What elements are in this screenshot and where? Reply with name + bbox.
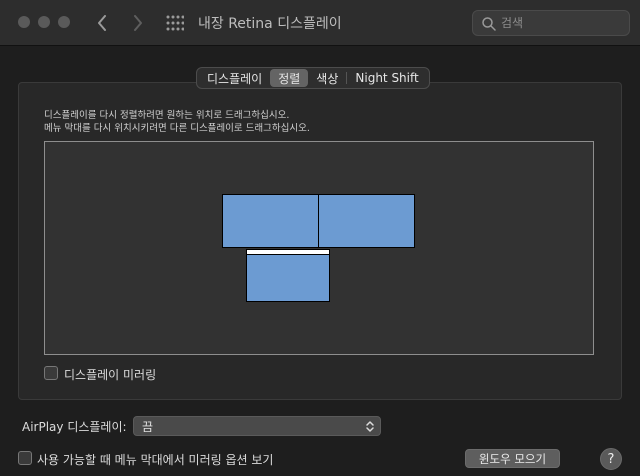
tab-display[interactable]: 디스플레이 [199, 69, 270, 87]
display-arrangement-area [44, 141, 594, 355]
display-thumbnail-right[interactable] [318, 194, 415, 248]
chevron-right-icon [134, 15, 142, 31]
instruction-line-2: 메뉴 막대를 다시 위치시키려면 다른 디스플레이로 드래그하십시오. [44, 123, 310, 134]
close-window-button[interactable] [18, 16, 30, 28]
airplay-select-value: 끔 [142, 419, 154, 434]
tab-arrangement[interactable]: 정렬 [270, 69, 309, 87]
arrangement-instructions: 디스플레이를 다시 정렬하려면 원하는 위치로 드래그하십시오. 메뉴 막대를 … [44, 109, 310, 135]
gather-windows-button[interactable]: 윈도우 모으기 [465, 449, 560, 468]
search-field[interactable] [472, 10, 630, 36]
tab-bar: 디스플레이 정렬 색상 Night Shift [196, 67, 430, 89]
airplay-label: AirPlay 디스플레이: [22, 420, 127, 434]
tab-color[interactable]: 색상 [308, 69, 346, 87]
grid-icon [166, 15, 185, 31]
display-thumbnail-main[interactable] [246, 254, 330, 302]
back-button[interactable] [92, 12, 112, 34]
display-thumbnail-left[interactable] [222, 194, 319, 248]
zoom-window-button[interactable] [58, 16, 70, 28]
search-input[interactable] [501, 13, 623, 33]
mirror-displays-label: 디스플레이 미러링 [64, 368, 157, 382]
forward-button[interactable] [128, 12, 148, 34]
window-title: 내장 Retina 디스플레이 [198, 16, 342, 32]
show-mirroring-options-checkbox[interactable] [18, 451, 32, 465]
chevron-left-icon [98, 15, 106, 31]
airplay-select[interactable]: 끔 [133, 416, 381, 436]
instruction-line-1: 디스플레이를 다시 정렬하려면 원하는 위치로 드래그하십시오. [44, 110, 290, 121]
menu-bar-indicator[interactable] [246, 249, 330, 255]
minimize-window-button[interactable] [38, 16, 50, 28]
show-all-button[interactable] [166, 15, 185, 31]
title-bar: 내장 Retina 디스플레이 [0, 0, 640, 46]
tab-night-shift[interactable]: Night Shift [347, 69, 426, 87]
chevron-up-down-icon [366, 421, 374, 432]
mirror-displays-checkbox[interactable] [44, 366, 58, 380]
help-button[interactable]: ? [600, 448, 622, 470]
search-icon [482, 17, 496, 31]
show-mirroring-options-label: 사용 가능할 때 메뉴 막대에서 미러링 옵션 보기 [37, 453, 274, 467]
